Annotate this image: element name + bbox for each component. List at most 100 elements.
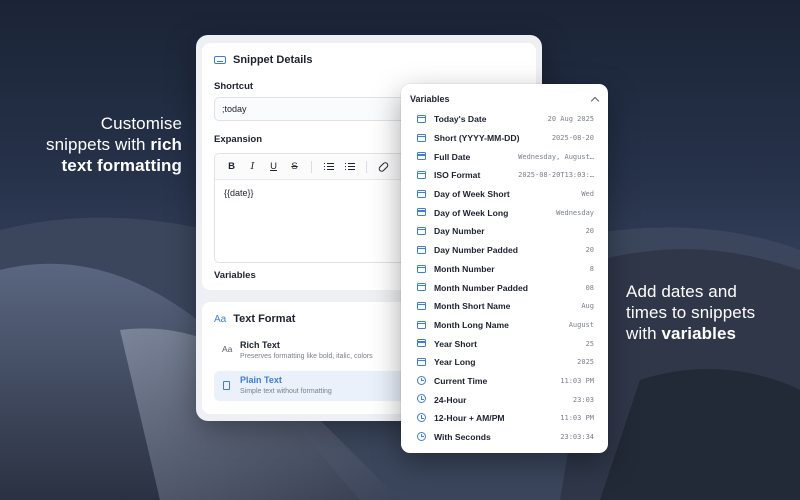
shortcut-value: ;today [222, 104, 247, 114]
variable-name: Year Long [434, 357, 476, 368]
variable-preview: August [568, 320, 594, 329]
calendar-icon [417, 152, 426, 161]
variable-preview: 11:03 PM [560, 414, 594, 423]
expansion-label: Expansion [214, 134, 263, 145]
promo-bold: rich [150, 135, 182, 154]
variable-item[interactable]: Year Long 2025 [401, 353, 608, 372]
variable-item[interactable]: With Seconds 23:03:34 [401, 428, 608, 447]
variable-item[interactable]: 12-Hour + AM/PM 11:03 PM [401, 409, 608, 428]
variable-preview: 20 Aug 2025 [547, 115, 594, 124]
variable-item[interactable]: Year Short 25 [401, 334, 608, 353]
promo-bold: text formatting [61, 156, 182, 175]
numbered-list-icon [344, 162, 355, 171]
option-description: Simple text without formatting [240, 388, 332, 395]
variable-item[interactable]: 24-Hour 23:03 [401, 390, 608, 409]
section-title: Snippet Details [233, 54, 313, 66]
promo-line: with [626, 324, 657, 343]
variable-item[interactable]: Day of Week Long Wednesday [401, 203, 608, 222]
italic-button[interactable]: I [244, 158, 261, 175]
variable-name: Month Number Padded [434, 282, 529, 293]
option-description: Preserves formatting like bold, italic, … [240, 353, 373, 360]
calendar-icon [417, 133, 426, 142]
variable-name: Month Long Name [434, 319, 509, 330]
variable-name: Month Short Name [434, 301, 511, 312]
variable-preview: Wed [581, 190, 594, 199]
variables-label: Variables [214, 270, 256, 281]
variable-item[interactable]: Month Number Padded 08 [401, 278, 608, 297]
variable-name: Day of Week Long [434, 207, 509, 218]
variable-name: Day of Week Short [434, 189, 510, 200]
calendar-icon [417, 357, 426, 366]
variable-item[interactable]: Full Date Wednesday, August… [401, 147, 608, 166]
numbered-list-button[interactable] [341, 158, 358, 175]
variable-item[interactable]: Today's Date 20 Aug 2025 [401, 110, 608, 129]
variable-preview: 23:03 [572, 395, 594, 404]
link-icon [377, 160, 390, 173]
text-format-icon: Aa [214, 313, 227, 325]
bullet-list-icon [323, 162, 334, 171]
calendar-icon [417, 301, 426, 310]
promo-line: Add dates and [626, 282, 737, 301]
calendar-icon [417, 171, 426, 180]
clock-icon [417, 413, 426, 422]
variables-list: Today's Date 20 Aug 2025 Short (YYYY-MM-DD… [401, 110, 608, 446]
clock-icon [417, 394, 426, 404]
variable-preview: 11:03 PM [560, 376, 594, 385]
variable-name: Month Number [434, 263, 495, 274]
text-format-header: Aa Text Format [214, 313, 295, 325]
variable-preview: Wednesday, August… [518, 152, 594, 161]
promo-bold: variables [661, 324, 737, 343]
link-button[interactable] [375, 158, 392, 175]
calendar-icon [417, 339, 426, 348]
clock-icon [417, 431, 426, 441]
variable-item[interactable]: Short (YYYY-MM-DD) 2025-08-20 [401, 129, 608, 148]
variable-name: Day Number [434, 226, 485, 237]
variable-preview: 2025-08-20 [551, 134, 594, 143]
variable-name: 24-Hour [434, 394, 467, 405]
bold-button[interactable]: B [223, 158, 240, 175]
rich-text-icon: Aa [222, 344, 233, 354]
strikethrough-button[interactable]: S [286, 158, 303, 175]
snippet-details-header: Snippet Details [214, 54, 312, 66]
variable-preview: 2025-08-20T13:03:… [518, 171, 594, 180]
calendar-icon [417, 264, 426, 273]
calendar-icon [417, 283, 426, 292]
chevron-up-icon[interactable] [590, 96, 600, 106]
calendar-icon [417, 189, 426, 198]
variable-item[interactable]: Month Number 8 [401, 260, 608, 279]
shortcut-label: Shortcut [214, 81, 254, 92]
variable-name: ISO Format [434, 170, 481, 181]
variable-name: With Seconds [434, 432, 491, 443]
variable-item[interactable]: Month Long Name August [401, 316, 608, 335]
keyboard-icon [214, 56, 226, 64]
variable-name: Year Short [434, 338, 477, 349]
promo-text-left: Customise snippets with rich text format… [20, 113, 182, 176]
dropdown-title: Variables [410, 94, 450, 104]
variables-dropdown: Variables Today's Date 20 Aug 2025 Short (… [401, 84, 608, 453]
variable-name: Current Time [434, 375, 488, 386]
calendar-icon [417, 115, 426, 123]
variable-item[interactable]: Day Number Padded 20 [401, 241, 608, 260]
calendar-icon [417, 227, 426, 236]
variable-preview: 2025 [577, 358, 594, 367]
variable-item[interactable]: ISO Format 2025-08-20T13:03:… [401, 166, 608, 185]
variable-name: Today's Date [434, 114, 487, 125]
promo-line: times to snippets [626, 303, 756, 322]
calendar-icon [417, 245, 426, 254]
variable-item[interactable]: Day Number 20 [401, 222, 608, 241]
bullet-list-button[interactable] [320, 158, 337, 175]
variable-preview: 20 [585, 246, 594, 255]
calendar-icon [417, 320, 426, 329]
variable-item[interactable]: Current Time 11:03 PM [401, 372, 608, 391]
option-title: Plain Text [240, 375, 282, 385]
variable-preview: 20 [585, 227, 594, 236]
variable-preview: Wednesday [556, 208, 594, 217]
variable-name: Short (YYYY-MM-DD) [434, 133, 520, 144]
variable-item[interactable]: Month Short Name Aug [401, 297, 608, 316]
document-icon [223, 381, 230, 390]
promo-line: Customise [100, 114, 182, 133]
variable-item[interactable]: Day of Week Short Wed [401, 185, 608, 204]
underline-button[interactable]: U [265, 158, 282, 175]
toolbar-divider [311, 160, 312, 173]
variable-name: Day Number Padded [434, 245, 519, 256]
